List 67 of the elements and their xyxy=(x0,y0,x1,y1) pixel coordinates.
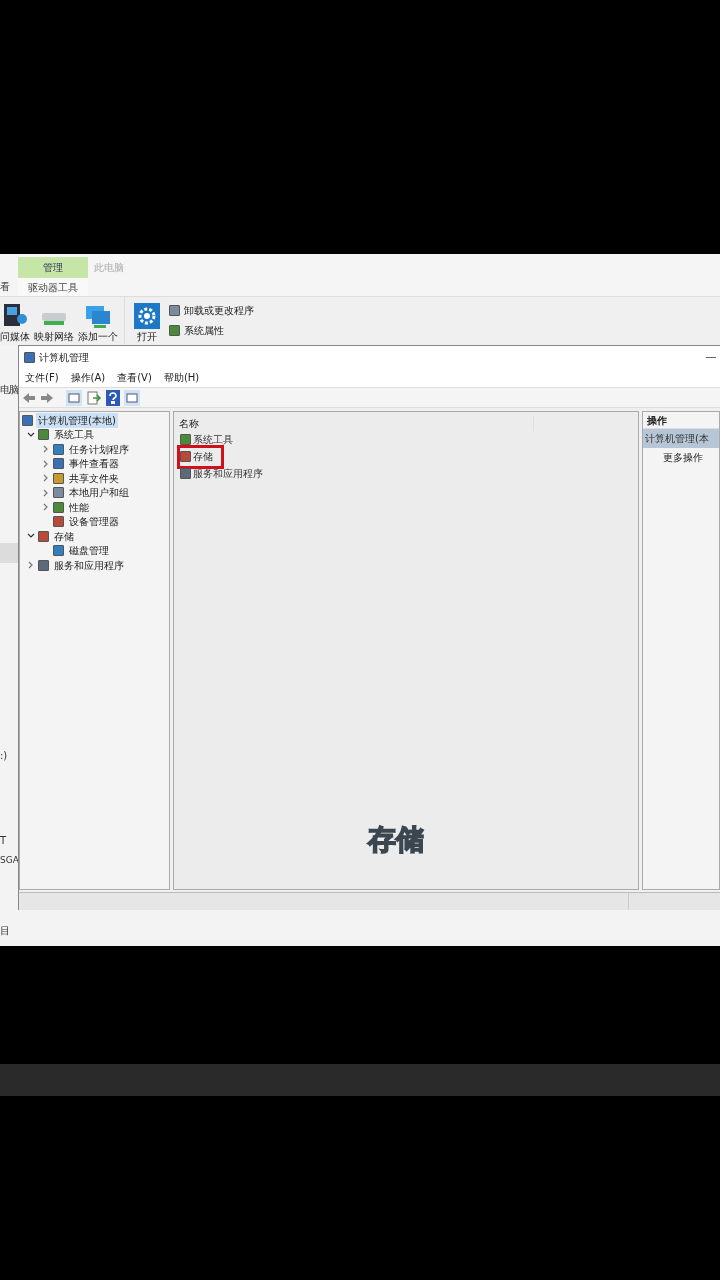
video-caption: 存储 xyxy=(368,822,424,858)
tree-item[interactable]: 存储 xyxy=(52,528,76,544)
item-icon xyxy=(53,487,64,499)
tree-item[interactable]: 计算机管理(本地) xyxy=(36,412,118,428)
item-icon xyxy=(53,472,64,484)
nav-text: 目 xyxy=(0,923,11,938)
list-item[interactable]: 服务和应用程序 xyxy=(193,466,263,481)
item-icon xyxy=(53,501,64,513)
item-icon xyxy=(38,530,49,542)
tree-item[interactable]: 任务计划程序 xyxy=(67,441,131,457)
item-icon xyxy=(38,559,49,571)
context-label: 驱动器工具 xyxy=(28,280,78,295)
item-icon xyxy=(38,429,49,441)
annotation-frame[interactable]: 存储 xyxy=(177,444,224,469)
tree-item[interactable]: 共享文件夹 xyxy=(67,470,121,486)
nav-selection xyxy=(0,543,18,563)
actions-header: 操作 xyxy=(647,413,667,428)
menu-item[interactable]: 文件(F) xyxy=(25,370,59,385)
panel-icon[interactable] xyxy=(124,389,140,406)
item-icon xyxy=(180,434,191,445)
item-icon xyxy=(53,443,64,455)
tree-item[interactable]: 本地用户和组 xyxy=(67,485,131,501)
ribbon-link[interactable]: 系统属性 xyxy=(169,323,254,338)
ribbon-button[interactable]: 问媒体 xyxy=(0,297,30,344)
tree-item[interactable]: 系统工具 xyxy=(52,427,96,443)
menu-item[interactable]: 操作(A) xyxy=(70,370,106,385)
nav-text: :) xyxy=(0,749,9,763)
list-item[interactable]: 系统工具 xyxy=(193,432,233,447)
list-item[interactable]: 存储 xyxy=(193,449,213,464)
nav-text: 电脑 xyxy=(0,383,18,397)
panel-icon[interactable] xyxy=(66,389,82,406)
item-icon xyxy=(24,351,35,363)
tree-item[interactable]: 磁盘管理 xyxy=(67,543,111,559)
minimize-button[interactable] xyxy=(706,356,716,358)
ribbon-link[interactable]: 卸载或更改程序 xyxy=(169,303,254,318)
tree-item[interactable]: 性能 xyxy=(67,499,91,515)
tree-item[interactable]: 服务和应用程序 xyxy=(52,557,126,573)
nav-text: T xyxy=(0,834,8,848)
item-icon xyxy=(180,468,191,479)
ribbon-tab[interactable]: 看 xyxy=(0,279,10,294)
window-title: 计算机管理 xyxy=(39,350,89,365)
item-icon xyxy=(180,451,191,462)
item-icon xyxy=(53,458,64,470)
forward-arrow-icon[interactable] xyxy=(40,391,54,404)
tree-item[interactable]: 设备管理器 xyxy=(67,514,121,530)
back-arrow-icon[interactable] xyxy=(22,391,36,404)
help-icon[interactable] xyxy=(106,389,120,406)
action-link[interactable]: 更多操作 xyxy=(663,450,703,465)
item-icon xyxy=(22,414,33,426)
monitor-icon xyxy=(84,303,112,329)
actions-section: 计算机管理(本 xyxy=(645,431,709,446)
item-icon xyxy=(169,305,180,316)
nav-text: SGA xyxy=(0,854,18,867)
media-player-icon xyxy=(2,301,28,329)
item-icon xyxy=(53,516,64,528)
export-icon[interactable] xyxy=(86,389,102,406)
ribbon-button[interactable]: 添加一个 xyxy=(78,297,118,344)
ribbon-tab[interactable]: 管理 xyxy=(18,257,88,278)
ribbon-button[interactable]: 映射网络 xyxy=(34,297,74,344)
item-icon xyxy=(53,545,64,557)
item-icon xyxy=(169,325,180,336)
column-header[interactable]: 名称 xyxy=(174,416,534,431)
menu-item[interactable]: 查看(V) xyxy=(117,370,152,385)
tree-item[interactable]: 事件查看器 xyxy=(67,456,121,472)
menu-item[interactable]: 帮助(H) xyxy=(163,370,200,385)
ribbon-button[interactable]: 打开 xyxy=(131,297,163,344)
settings-icon xyxy=(134,303,160,329)
